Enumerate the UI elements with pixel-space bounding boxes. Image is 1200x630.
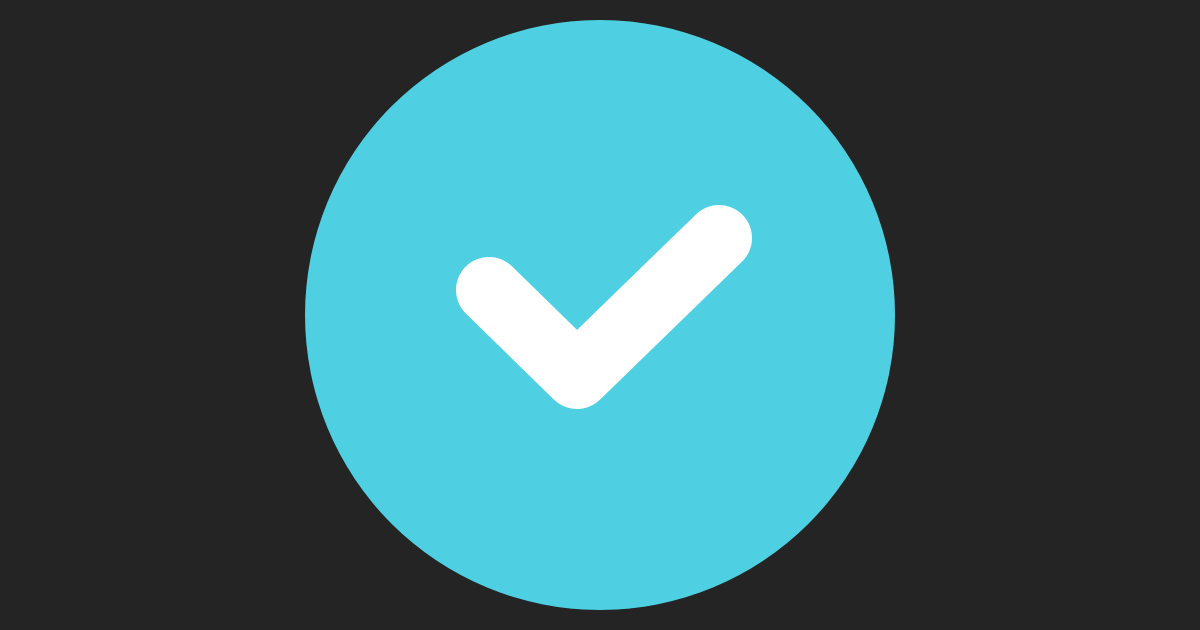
- check-circle-icon: [305, 20, 895, 610]
- canvas-background: [0, 0, 1200, 630]
